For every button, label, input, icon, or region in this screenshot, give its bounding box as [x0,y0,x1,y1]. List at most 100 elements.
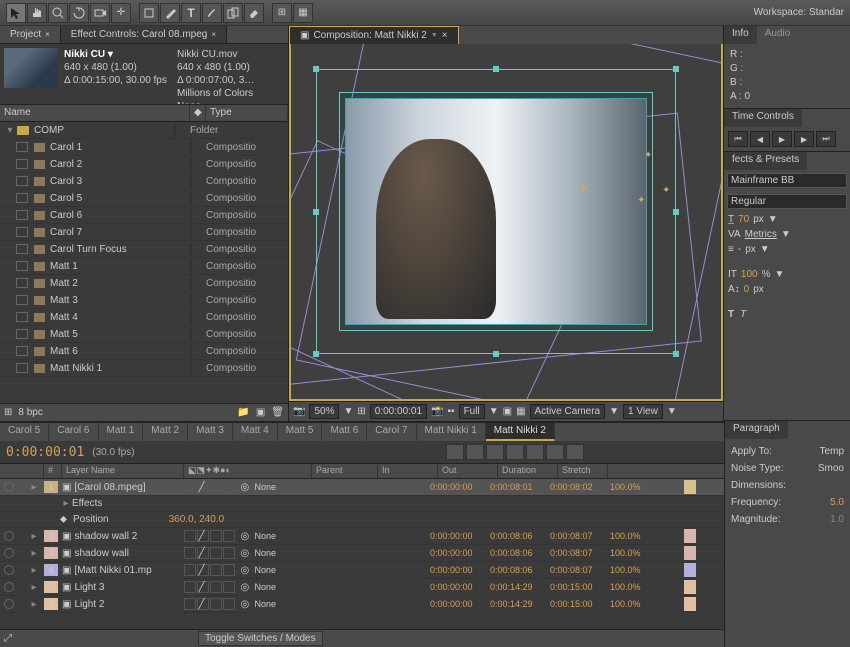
switch[interactable] [210,481,222,493]
parent-dropdown[interactable]: None [254,531,314,541]
transparency-icon[interactable]: ▦ [516,406,525,417]
parent-pickwhip-icon[interactable]: ◎ [240,565,254,576]
project-tab[interactable]: Project× [0,26,61,43]
out-time[interactable]: 0:00:14:29 [490,599,550,609]
duration[interactable]: 0:00:08:07 [550,548,610,558]
next-frame-button[interactable]: ▶ [794,131,814,147]
label-swatch[interactable] [190,311,192,324]
checkbox[interactable] [16,210,28,220]
in-time[interactable]: 0:00:00:00 [430,548,490,558]
switch[interactable] [184,547,196,559]
graph-icon[interactable] [566,444,584,460]
camera-dropdown[interactable]: Active Camera [530,404,606,419]
selection-tool[interactable] [6,3,26,23]
duration[interactable]: 0:00:08:07 [550,531,610,541]
out-time[interactable]: 0:00:08:06 [490,531,550,541]
toggle-switches-button[interactable]: Toggle Switches / Modes [198,631,323,646]
duration[interactable]: 0:00:08:02 [550,482,610,492]
effects-row[interactable]: ▸ Effects [0,496,850,512]
layer-row[interactable]: ▸ 2 ▣ shadow wall 2 ╱ ◎ None 0:00:00:000… [0,528,850,545]
project-item[interactable]: Matt 3Compositio [0,292,288,309]
audio-tab[interactable]: Audio [757,26,799,44]
label-swatch[interactable] [190,141,192,154]
expand-icon[interactable]: ⤢ [4,633,12,644]
rect-tool[interactable] [139,3,159,23]
timeline-body[interactable]: ▸ 1 ▣ [Carol 08.mpeg] ╱ ◎ None 0:00:00:0… [0,479,850,629]
checkbox[interactable] [16,295,28,305]
kerning-value[interactable]: Metrics [745,229,777,240]
parent-pickwhip-icon[interactable]: ◎ [240,582,254,593]
camera-tool[interactable] [90,3,110,23]
magnitude-value[interactable]: 1.0 [830,511,844,528]
checkbox[interactable] [16,329,28,339]
switch[interactable] [184,530,196,542]
label-swatch[interactable] [174,124,176,137]
type-column[interactable]: Type [206,105,288,121]
out-time[interactable]: 0:00:08:06 [490,565,550,575]
timeline-tab[interactable]: Matt Nikki 2 [486,423,555,441]
channel-icon[interactable]: ▪▪ [447,406,454,417]
canvas[interactable] [346,99,646,324]
switch[interactable] [223,481,235,493]
light-icon[interactable]: ✦ [662,185,690,213]
timeline-tab[interactable]: Matt Nikki 1 [417,423,486,441]
last-frame-button[interactable]: ⏭ [816,131,836,147]
new-comp-icon[interactable]: ▣ [256,407,265,418]
draft-3d-toggle[interactable] [546,444,564,460]
checkbox[interactable] [16,159,28,169]
preset-search-input[interactable] [727,173,847,188]
brainstorm-button[interactable] [526,444,544,460]
parent-dropdown[interactable]: None [254,599,314,609]
out-time[interactable]: 0:00:14:29 [490,582,550,592]
effects-tab[interactable]: fects & Presets [724,152,807,170]
timeline-tab[interactable]: Matt 1 [99,423,144,441]
baseline-value[interactable]: 0 [744,284,750,295]
timeline-tab[interactable]: Matt 2 [143,423,188,441]
rotate-tool[interactable] [69,3,89,23]
duration[interactable]: 0:00:15:00 [550,582,610,592]
switch[interactable] [184,581,196,593]
project-item[interactable]: Carol 5Compositio [0,190,288,207]
switch[interactable]: ╱ [197,564,209,576]
label-swatch[interactable] [190,362,192,375]
label-swatch[interactable] [190,277,192,290]
checkbox[interactable] [16,261,28,271]
visibility-toggle[interactable] [4,531,14,541]
visibility-toggle[interactable] [4,582,14,592]
checkbox[interactable] [16,278,28,288]
switch[interactable] [184,564,196,576]
label-swatch[interactable] [190,175,192,188]
checkbox[interactable] [16,346,28,356]
checkbox[interactable] [16,227,28,237]
label-swatch[interactable] [190,260,192,273]
project-item[interactable]: Carol Turn FocusCompositio [0,241,288,258]
current-time[interactable]: 0:00:00:01 [6,445,84,460]
noise-type-dropdown[interactable]: Smoo [818,460,844,477]
camera-icon[interactable]: 📷 [293,406,305,417]
bold-button[interactable]: T [728,309,734,320]
timeline-tab[interactable]: Matt 3 [188,423,233,441]
switch[interactable]: ╱ [197,598,209,610]
project-item[interactable]: Carol 3Compositio [0,173,288,190]
flag-column[interactable]: ◆ [190,105,206,121]
trash-icon[interactable]: 🗑 [271,407,284,418]
play-button[interactable]: ▶ [772,131,792,147]
apply-to-dropdown[interactable]: Temp [820,443,844,460]
project-item[interactable]: Matt 2Compositio [0,275,288,292]
visibility-toggle[interactable] [4,482,14,492]
layer-row[interactable]: ▸ 4 ▣ [Matt Nikki 01.mp ╱ ◎ None 0:00:00… [0,562,850,579]
project-item[interactable]: Carol 2Compositio [0,156,288,173]
project-item[interactable]: Carol 6Compositio [0,207,288,224]
leading-value[interactable]: - [738,244,741,255]
label-swatch[interactable] [190,209,192,222]
duration[interactable]: 0:00:08:07 [550,565,610,575]
first-frame-button[interactable]: ⏮ [728,131,748,147]
stretch[interactable]: 100.0% [610,548,670,558]
switch[interactable]: ╱ [197,530,209,542]
parent-pickwhip-icon[interactable]: ◎ [240,482,254,493]
project-item[interactable]: Matt 5Compositio [0,326,288,343]
in-time[interactable]: 0:00:00:00 [430,482,490,492]
zoom-dropdown[interactable]: 50% [309,404,339,419]
timeline-tab[interactable]: Matt 6 [322,423,367,441]
timeline-tab[interactable]: Carol 7 [367,423,416,441]
